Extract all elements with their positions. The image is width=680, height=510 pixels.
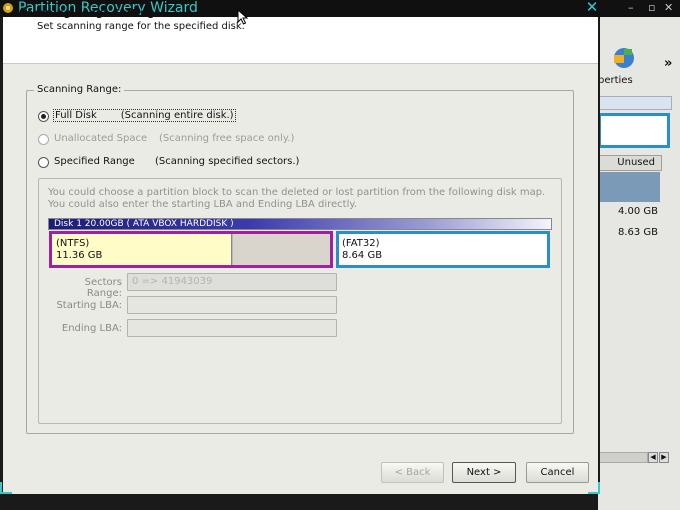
close-icon[interactable]: ✕: [585, 0, 599, 15]
radio-full-disk-label: Full Disk (Scanning entire disk.): [53, 109, 236, 122]
starting-lba-label: Starting LBA:: [56, 300, 122, 311]
background-selected-panel[interactable]: [598, 113, 670, 148]
back-button[interactable]: < Back: [381, 462, 444, 483]
ending-lba-input[interactable]: [127, 319, 337, 337]
sectors-range-field: 0 => 41943039: [127, 273, 337, 291]
partition-size-label: 8.64 GB: [342, 250, 383, 261]
scanning-range-legend: Scanning Range:: [34, 84, 125, 95]
option-label: Full Disk: [55, 110, 97, 121]
option-description: (Scanning specified sectors.): [155, 156, 300, 167]
option-description: (Scanning free space only.): [159, 133, 295, 144]
table-cell-unused: 4.00 GB: [617, 206, 658, 217]
resize-corner-bottom-left[interactable]: [0, 482, 12, 494]
cancel-button[interactable]: Cancel: [526, 462, 589, 483]
properties-toolbar-label[interactable]: perties: [598, 75, 633, 86]
option-label: Specified Range: [54, 156, 135, 167]
page-subtitle: Set scanning range for the specified dis…: [37, 21, 245, 32]
radio-button-circle[interactable]: [38, 111, 49, 122]
ending-lba-label: Ending LBA:: [61, 323, 122, 334]
starting-lba-input[interactable]: [127, 296, 337, 314]
radio-specified-range[interactable]: Specified Range (Scanning specified sect…: [38, 156, 300, 171]
focused-option-outline: Full Disk (Scanning entire disk.): [53, 109, 236, 122]
radio-button-circle[interactable]: [38, 134, 49, 145]
partition-fs-label: (NTFS): [56, 238, 90, 249]
radio-button-circle[interactable]: [38, 157, 49, 168]
partition-free-space: [233, 234, 330, 265]
table-row-selected[interactable]: [598, 172, 660, 202]
scroll-left-icon[interactable]: ◀: [648, 452, 658, 463]
option-description: (Scanning entire disk.): [120, 110, 234, 121]
close-icon[interactable]: ✕: [664, 1, 673, 15]
radio-selected-dot: [41, 114, 46, 119]
radio-unallocated-space[interactable]: Unallocated Space (Scanning free space o…: [38, 133, 298, 148]
option-label: Unallocated Space: [54, 133, 148, 144]
sectors-range-label: Sectors Range:: [84, 277, 122, 299]
resize-corner-bottom-right[interactable]: [588, 482, 600, 494]
minimize-icon[interactable]: –: [628, 1, 634, 15]
next-button[interactable]: Next >: [452, 462, 516, 483]
radio-full-disk[interactable]: Full Disk (Scanning entire disk.): [38, 109, 278, 125]
app-icon: [3, 3, 13, 13]
horizontal-scrollbar[interactable]: [598, 452, 648, 463]
disk-label: Disk 1 20.00GB ( ATA VBOX HARDDISK ): [54, 219, 234, 229]
page-title: Scanning Range Settings: [19, 8, 161, 19]
properties-icon[interactable]: [612, 46, 636, 70]
wizard-window: Partition Recovery Wizard ✕ Scanning Ran…: [0, 0, 600, 494]
scroll-right-icon[interactable]: ▶: [659, 452, 669, 463]
partition-size-label: 11.36 GB: [56, 250, 103, 261]
partition-fs-label: (FAT32): [342, 238, 380, 249]
table-cell-unused: 8.63 GB: [617, 227, 658, 238]
toolbar-overflow-chevron[interactable]: »: [664, 56, 672, 71]
background-info-strip: [598, 96, 672, 110]
mouse-cursor-icon: [237, 9, 249, 25]
column-header-unused[interactable]: Unused: [598, 155, 662, 171]
disk-map-instructions: You could choose a partition block to sc…: [48, 187, 546, 210]
background-app-window: – ▫ ✕ perties » Unused 4.00 GB 8.63 GB ◀…: [598, 0, 680, 510]
restore-icon[interactable]: ▫: [648, 1, 655, 15]
